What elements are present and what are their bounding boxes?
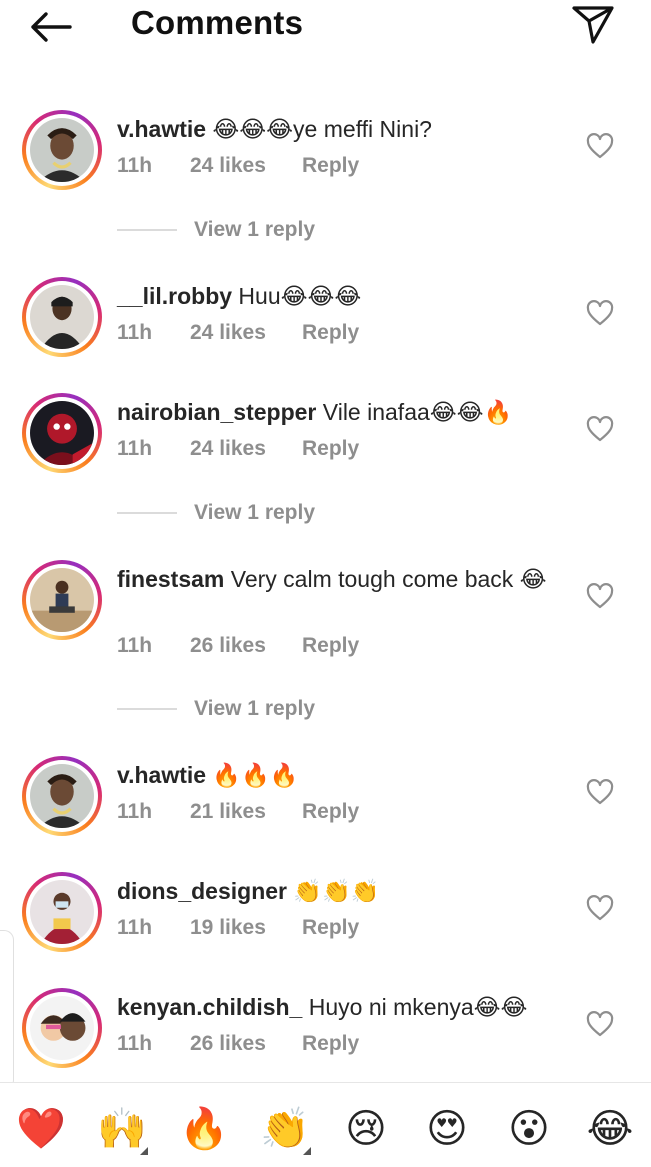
emoji-reaction-bar: ❤️ 🙌 🔥 👏 😢 😍 😮 😂	[0, 1082, 651, 1167]
comment-body: Huu😂😂😂	[232, 283, 362, 309]
divider	[117, 708, 177, 710]
variant-corner-icon	[140, 1147, 148, 1155]
heart-icon[interactable]	[586, 1011, 614, 1037]
comment-username[interactable]: finestsam	[117, 566, 224, 592]
comment-text: __lil.robby Huu😂😂😂	[117, 281, 557, 311]
comment-meta: 11h 26 likes Reply	[117, 634, 359, 658]
surprised-emoji-button[interactable]: 😮	[503, 1103, 555, 1155]
heart-icon[interactable]	[586, 133, 614, 159]
reply-button[interactable]: Reply	[302, 800, 359, 824]
reply-button[interactable]: Reply	[302, 321, 359, 345]
avatar[interactable]	[22, 393, 102, 473]
comment-text: v.hawtie 😂😂😂ye meffi Nini?	[117, 114, 557, 144]
laughing-emoji-button[interactable]: 😂	[584, 1103, 636, 1155]
fire-emoji-button[interactable]: 🔥	[178, 1103, 230, 1155]
heart-icon[interactable]	[586, 300, 614, 326]
heart-icon[interactable]	[586, 583, 614, 609]
heart-eyes-emoji-button[interactable]: 😍	[421, 1103, 473, 1155]
comment-body: Very calm tough come back 😂	[224, 566, 547, 592]
back-arrow-icon[interactable]	[28, 10, 74, 44]
variant-corner-icon	[303, 1147, 311, 1155]
heart-icon[interactable]	[586, 779, 614, 805]
avatar[interactable]	[22, 110, 102, 190]
clapping-emoji-button[interactable]: 👏	[259, 1103, 311, 1155]
comment-time: 11h	[117, 634, 153, 657]
comment-username[interactable]: v.hawtie	[117, 116, 206, 142]
comment-username[interactable]: dions_designer	[117, 878, 287, 904]
heart-icon[interactable]	[586, 895, 614, 921]
comment-body: 😂😂😂ye meffi Nini?	[206, 116, 432, 142]
comment-time: 11h	[117, 154, 153, 177]
reply-button[interactable]: Reply	[302, 634, 359, 658]
comment-text: v.hawtie 🔥🔥🔥	[117, 760, 557, 790]
raising-hands-emoji-button[interactable]: 🙌	[96, 1103, 148, 1155]
crying-emoji-button[interactable]: 😢	[340, 1103, 392, 1155]
view-replies-label[interactable]: View 1 reply	[194, 215, 315, 245]
page-title: Comments	[131, 4, 304, 41]
comment-time: 11h	[117, 1032, 153, 1055]
comment-body: Vile inafaa😂😂🔥	[316, 399, 513, 425]
comment-time: 11h	[117, 800, 153, 823]
comment-meta: 11h 24 likes Reply	[117, 437, 359, 461]
reply-button[interactable]: Reply	[302, 437, 359, 461]
comment-meta: 11h 21 likes Reply	[117, 800, 359, 824]
divider	[117, 229, 177, 231]
comment-username[interactable]: kenyan.childish_	[117, 994, 302, 1020]
avatar[interactable]	[22, 988, 102, 1068]
comment-meta: 11h 19 likes Reply	[117, 916, 359, 940]
comment-likes[interactable]: 24 likes	[190, 321, 302, 345]
comment-likes[interactable]: 21 likes	[190, 800, 302, 824]
comment-meta: 11h 24 likes Reply	[117, 321, 359, 345]
comment-time: 11h	[117, 321, 153, 344]
comment-body: 👏👏👏	[286, 878, 380, 904]
raising-hands-emoji: 🙌	[97, 1106, 147, 1152]
reply-button[interactable]: Reply	[302, 154, 359, 178]
comment-likes[interactable]: 26 likes	[190, 1032, 302, 1056]
comment-body: 🔥🔥🔥	[206, 762, 299, 788]
comment-time: 11h	[117, 916, 153, 939]
comment-username[interactable]: nairobian_stepper	[117, 399, 316, 425]
comment-username[interactable]: v.hawtie	[117, 762, 206, 788]
view-replies[interactable]: View 1 reply	[117, 498, 517, 528]
avatar[interactable]	[22, 872, 102, 952]
view-replies-label[interactable]: View 1 reply	[194, 498, 315, 528]
heart-icon[interactable]	[586, 416, 614, 442]
comment-likes[interactable]: 24 likes	[190, 437, 302, 461]
comment-likes[interactable]: 24 likes	[190, 154, 302, 178]
comment-likes[interactable]: 26 likes	[190, 634, 302, 658]
comment-likes[interactable]: 19 likes	[190, 916, 302, 940]
header-bar: Comments	[0, 0, 651, 56]
comment-meta: 11h 24 likes Reply	[117, 154, 359, 178]
comment-text: finestsam Very calm tough come back 😂	[117, 564, 557, 594]
clapping-emoji: 👏	[260, 1106, 310, 1152]
avatar[interactable]	[22, 756, 102, 836]
reply-button[interactable]: Reply	[302, 916, 359, 940]
comment-text: dions_designer 👏👏👏	[117, 876, 557, 906]
reply-button[interactable]: Reply	[302, 1032, 359, 1056]
comment-text: nairobian_stepper Vile inafaa😂😂🔥	[117, 397, 557, 427]
comment-meta: 11h 26 likes Reply	[117, 1032, 359, 1056]
view-replies[interactable]: View 1 reply	[117, 215, 517, 245]
avatar[interactable]	[22, 560, 102, 640]
side-edge-handle[interactable]	[0, 930, 14, 1090]
view-replies-label[interactable]: View 1 reply	[194, 694, 315, 724]
comment-body: Huyo ni mkenya😂😂	[302, 994, 528, 1020]
comment-text: kenyan.childish_ Huyo ni mkenya😂😂	[117, 992, 557, 1022]
send-icon[interactable]	[570, 4, 616, 46]
heart-emoji-button[interactable]: ❤️	[15, 1103, 67, 1155]
comment-username[interactable]: __lil.robby	[117, 283, 232, 309]
comment-time: 11h	[117, 437, 153, 460]
avatar[interactable]	[22, 277, 102, 357]
divider	[117, 512, 177, 514]
view-replies[interactable]: View 1 reply	[117, 694, 517, 724]
